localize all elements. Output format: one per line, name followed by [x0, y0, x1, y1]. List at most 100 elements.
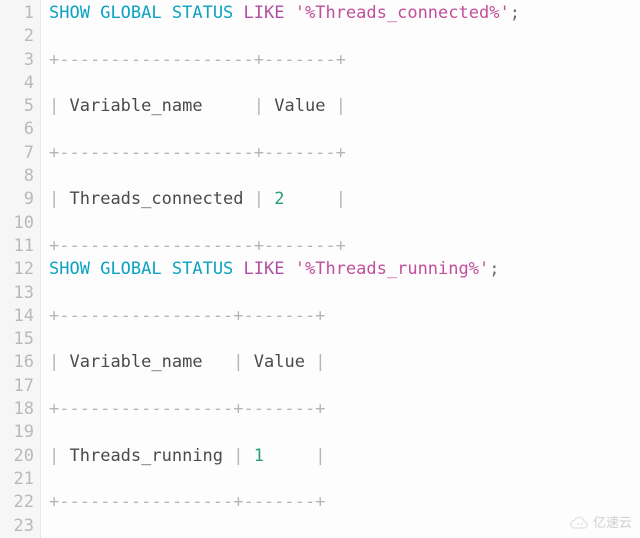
code-line [49, 72, 640, 95]
code-line: | Variable_name | Value | [49, 95, 640, 118]
token-sp [203, 96, 254, 116]
watermark-text: 亿速云 [593, 514, 632, 532]
token-txt: Threads_connected [70, 189, 244, 209]
code-line [49, 328, 640, 351]
token-kw: SHOW [49, 3, 90, 23]
token-sp [264, 96, 274, 116]
token-kw: STATUS [172, 259, 233, 279]
token-sp [264, 189, 274, 209]
token-pipe: | [336, 189, 346, 209]
token-pun: ; [510, 3, 520, 23]
code-line [49, 468, 640, 491]
code-line [49, 282, 640, 305]
cloud-icon [569, 516, 589, 530]
code-line [49, 165, 640, 188]
code-line: | Threads_running | 1 | [49, 445, 640, 468]
line-number: 5 [0, 95, 34, 118]
token-pipe: | [49, 446, 59, 466]
code-line: +-------------------+-------+ [49, 49, 640, 72]
token-sp [244, 352, 254, 372]
token-rule: +-------------------+-------+ [49, 236, 346, 256]
code-line [49, 118, 640, 141]
token-txt: Threads_running [70, 446, 224, 466]
token-sp [325, 96, 335, 116]
token-kw: SHOW [49, 259, 90, 279]
line-number: 14 [0, 305, 34, 328]
line-number: 4 [0, 72, 34, 95]
token-rule: +-------------------+-------+ [49, 143, 346, 163]
token-pipe: | [315, 446, 325, 466]
code-line [49, 212, 640, 235]
line-number: 18 [0, 398, 34, 421]
token-str: '%Threads_running%' [295, 259, 489, 279]
code-line: SHOW GLOBAL STATUS LIKE '%Threads_runnin… [49, 258, 640, 281]
token-pipe: | [336, 96, 346, 116]
token-sp [233, 259, 243, 279]
code-line: +-----------------+-------+ [49, 398, 640, 421]
line-number: 1 [0, 2, 34, 25]
token-rule: +-------------------+-------+ [49, 50, 346, 70]
code-line: | Variable_name | Value | [49, 351, 640, 374]
token-sp [285, 3, 295, 23]
token-like: LIKE [244, 3, 285, 23]
line-number: 6 [0, 118, 34, 141]
token-pipe: | [233, 446, 243, 466]
line-number-gutter: 1234567891011121314151617181920212223 [0, 0, 41, 538]
line-number: 23 [0, 515, 34, 538]
token-sp [244, 189, 254, 209]
line-number: 7 [0, 142, 34, 165]
token-kw: STATUS [172, 3, 233, 23]
token-sp [162, 3, 172, 23]
token-pipe: | [49, 352, 59, 372]
line-number: 12 [0, 258, 34, 281]
token-kw: GLOBAL [100, 259, 161, 279]
line-number: 10 [0, 212, 34, 235]
line-number: 11 [0, 235, 34, 258]
line-number: 8 [0, 165, 34, 188]
token-pipe: | [49, 96, 59, 116]
token-sp [233, 3, 243, 23]
token-sp [59, 189, 69, 209]
token-pipe: | [233, 352, 243, 372]
line-number: 3 [0, 49, 34, 72]
token-sp [305, 352, 315, 372]
token-sp [244, 446, 254, 466]
token-sp [203, 352, 234, 372]
token-kw: GLOBAL [100, 3, 161, 23]
token-rule: +-----------------+-------+ [49, 306, 325, 326]
token-sp [59, 96, 69, 116]
token-rule: +-----------------+-------+ [49, 492, 325, 512]
token-sp [90, 3, 100, 23]
watermark: 亿速云 [569, 514, 632, 532]
token-sp [264, 446, 315, 466]
token-txt: Value [274, 96, 325, 116]
token-pipe: | [315, 352, 325, 372]
code-line [49, 515, 640, 538]
token-txt: Value [254, 352, 305, 372]
line-number: 22 [0, 491, 34, 514]
line-number: 20 [0, 445, 34, 468]
token-num: 2 [274, 189, 284, 209]
line-number: 17 [0, 375, 34, 398]
token-sp [223, 446, 233, 466]
line-number: 15 [0, 328, 34, 351]
code-editor: 1234567891011121314151617181920212223 SH… [0, 0, 640, 538]
token-pipe: | [254, 189, 264, 209]
code-line: +-----------------+-------+ [49, 305, 640, 328]
token-sp [285, 189, 336, 209]
line-number: 2 [0, 25, 34, 48]
token-txt: Variable_name [70, 352, 203, 372]
code-line [49, 25, 640, 48]
token-str: '%Threads_connected%' [295, 3, 510, 23]
token-sp [90, 259, 100, 279]
code-line: +-------------------+-------+ [49, 142, 640, 165]
token-sp [285, 259, 295, 279]
token-txt: Variable_name [70, 96, 203, 116]
token-rule: +-----------------+-------+ [49, 399, 325, 419]
token-pipe: | [254, 96, 264, 116]
code-line [49, 421, 640, 444]
line-number: 16 [0, 351, 34, 374]
code-area[interactable]: SHOW GLOBAL STATUS LIKE '%Threads_connec… [41, 0, 640, 538]
token-num: 1 [254, 446, 264, 466]
line-number: 21 [0, 468, 34, 491]
